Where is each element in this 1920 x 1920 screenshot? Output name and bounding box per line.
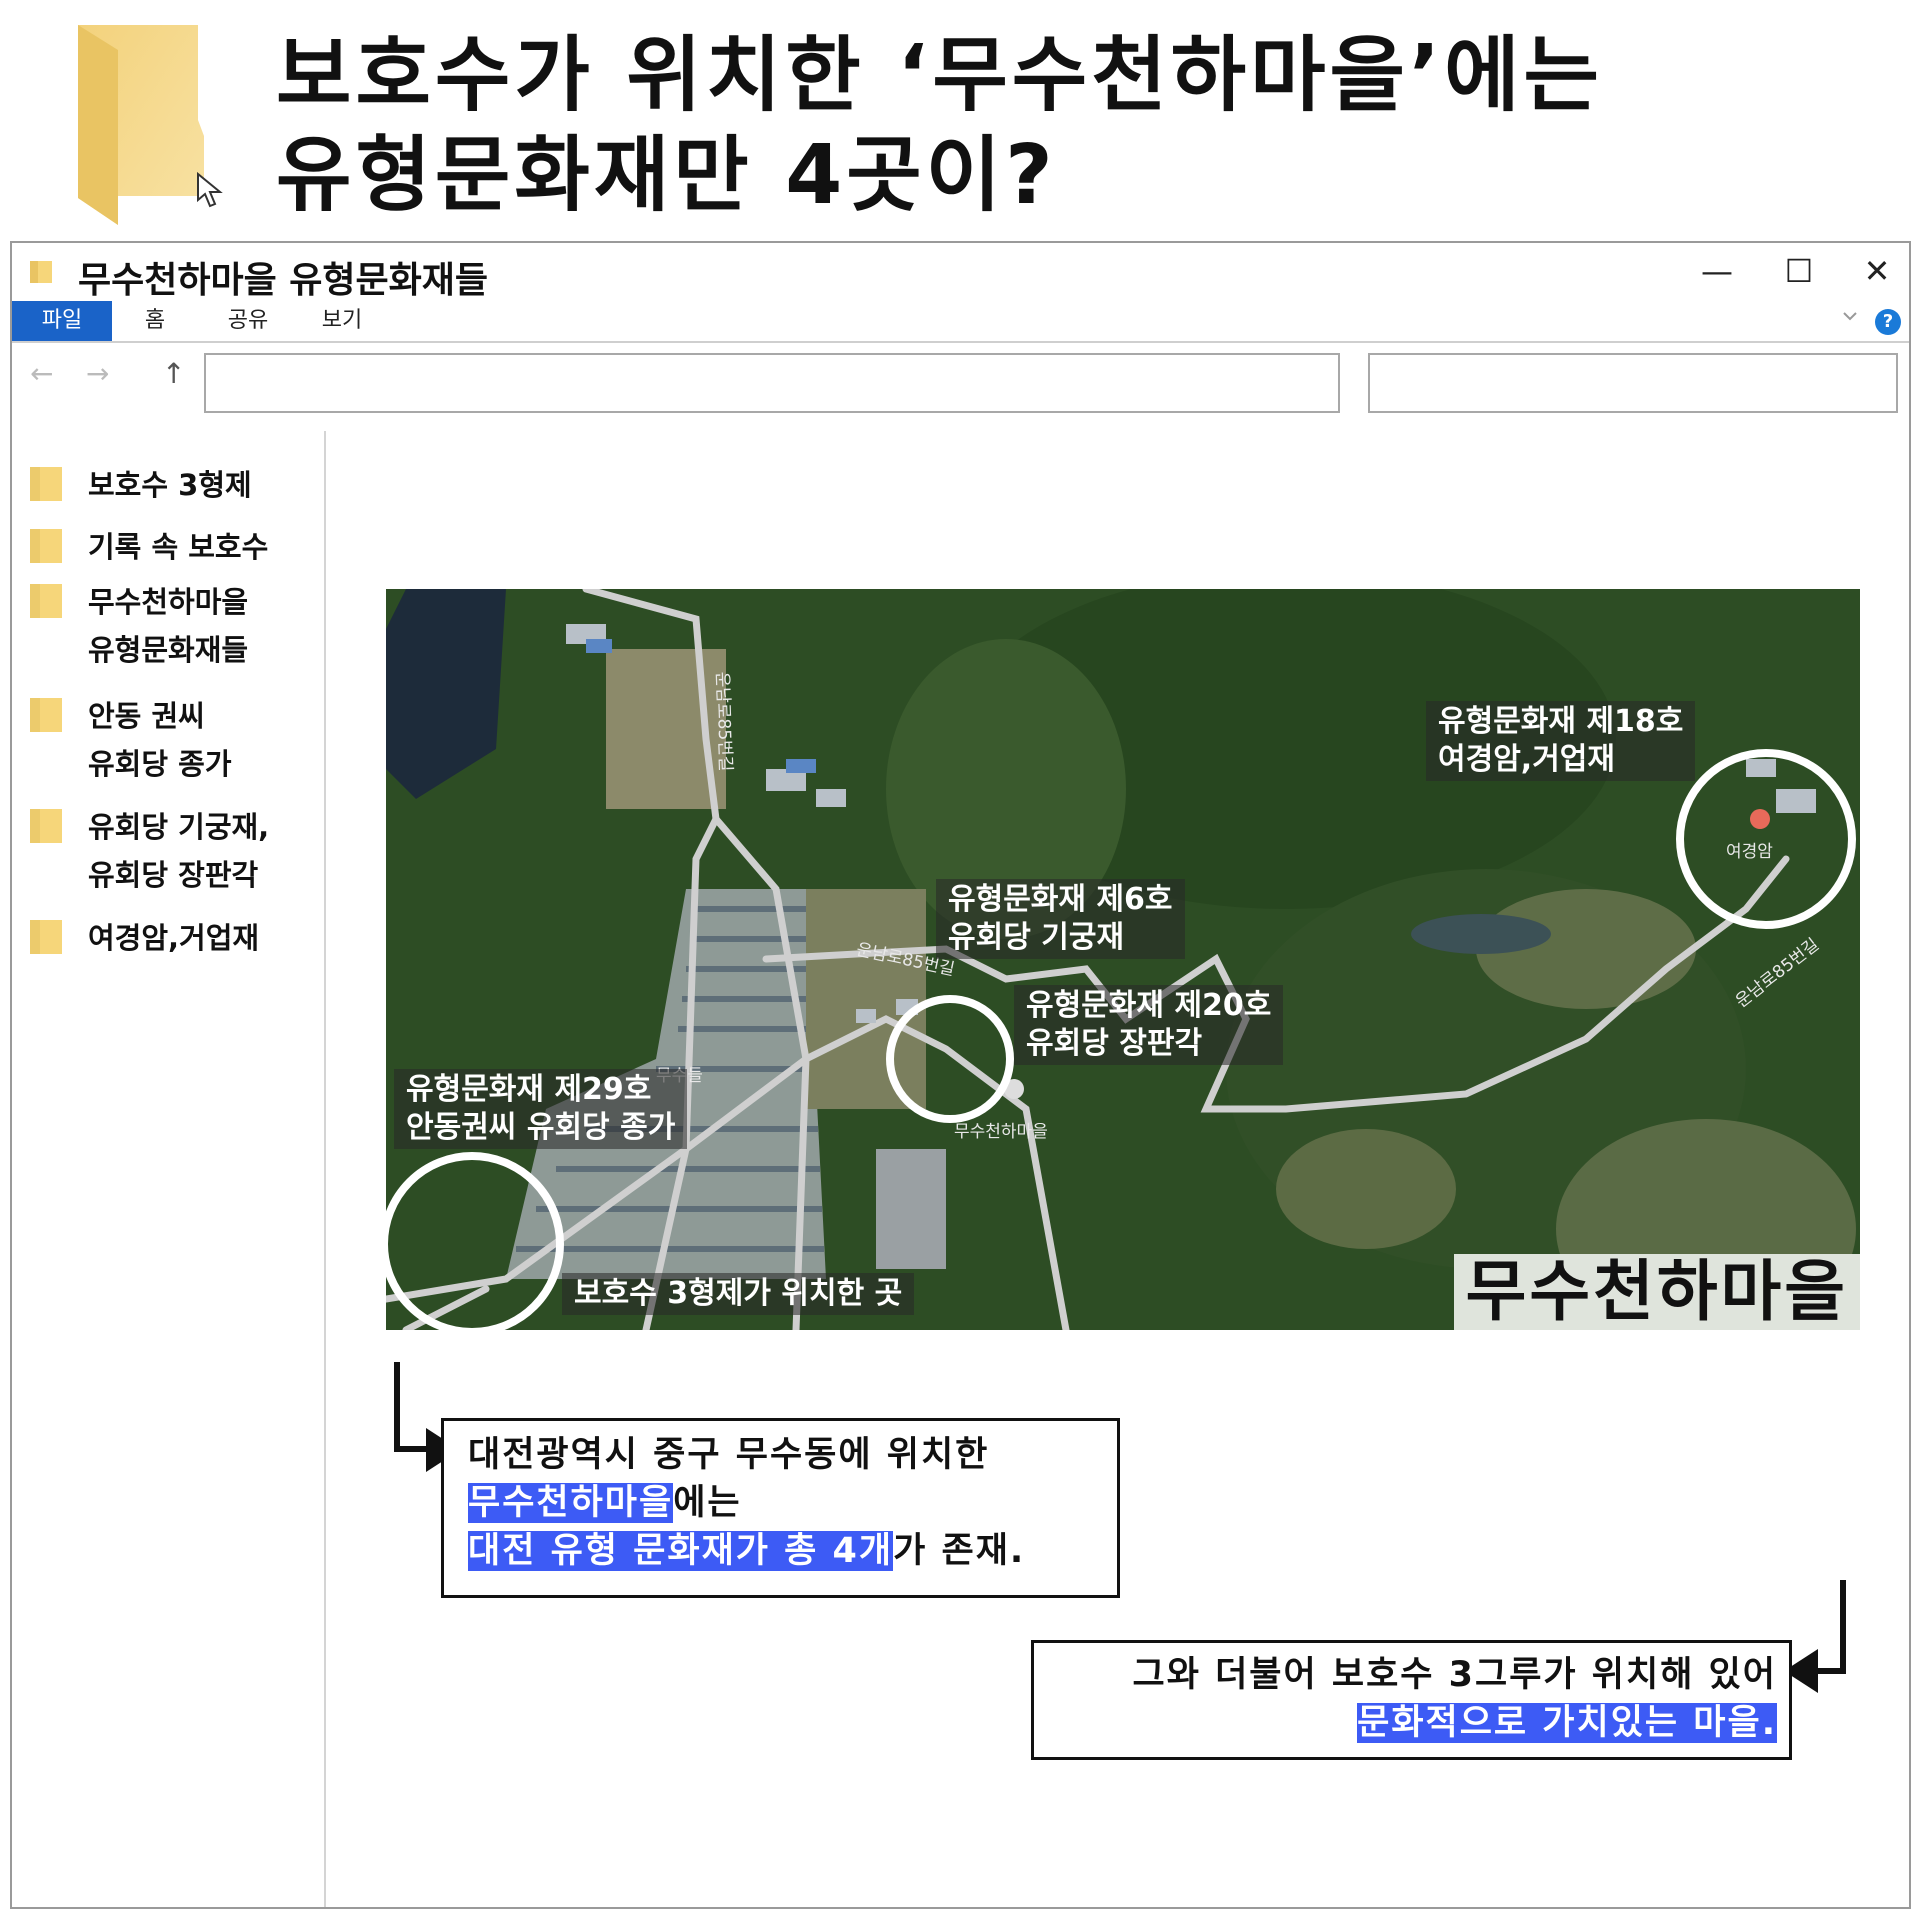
summary-callout: 그와 더불어 보호수 3그루가 위치해 있어 문화적으로 가치있는 마을. xyxy=(1031,1640,1792,1760)
up-button[interactable]: ↑ xyxy=(162,357,185,390)
heritage-label-29: 유형문화재 제29호 안동권씨 유회당 종가 xyxy=(394,1069,688,1149)
page-title-line-1: 보호수가 위치한 ‘무수천하마을’에는 xyxy=(276,28,1603,123)
village-name-banner: 무수천하마을 xyxy=(1453,1254,1860,1330)
callout-line-2: 문화적으로 가치있는 마을. xyxy=(1357,1703,1777,1743)
navigation-bar: ← → ↑ xyxy=(12,343,1909,413)
sidebar-item-label: 여경암,거업재 xyxy=(88,921,260,955)
folder-icon xyxy=(30,920,62,954)
page-title: 보호수가 위치한 ‘무수천하마을’에는 유형문화재만 4곳이? xyxy=(276,26,1603,226)
tab-file[interactable]: 파일 xyxy=(12,301,112,341)
tab-view[interactable]: 보기 xyxy=(302,301,382,341)
sidebar-item-label: 보호수 3형제 xyxy=(88,468,252,502)
temple-map-label: 여경암 xyxy=(1726,842,1773,862)
navigation-pane: 보호수 3형제 기록 속 보호수 무수천하마을 유형문화재들 안동 권씨 유회당 종… xyxy=(12,431,326,1907)
description-callout: 대전광역시 중구 무수동에 위치한 무수천하마을에는 대전 유형 문화재가 총 … xyxy=(441,1418,1120,1598)
sidebar-item-label: 무수천하마을 유형문화재들 xyxy=(88,585,249,667)
folder-icon xyxy=(30,261,52,283)
search-input[interactable] xyxy=(1368,353,1898,413)
page-title-line-2: 유형문화재만 4곳이? xyxy=(276,128,1057,223)
heritage-label-6: 유형문화재 제6호 유회당 기궁재 xyxy=(936,879,1185,959)
callout-line-1: 대전광역시 중구 무수동에 위치한 xyxy=(468,1435,990,1475)
tab-home[interactable]: 홈 xyxy=(120,301,190,341)
folder-icon xyxy=(30,584,62,618)
back-button[interactable]: ← xyxy=(30,357,53,390)
folder-icon xyxy=(30,809,62,843)
protected-trees-label: 보호수 3형제가 위치한 곳 xyxy=(562,1273,915,1315)
forward-button[interactable]: → xyxy=(86,357,109,390)
maximize-button[interactable]: ☐ xyxy=(1767,249,1831,293)
folder-icon xyxy=(30,529,62,563)
cursor-icon xyxy=(197,172,223,208)
sidebar-item-label: 유회당 기궁재, 유회당 장판각 xyxy=(88,810,270,892)
arrow-line xyxy=(1840,1580,1846,1674)
arrow-line xyxy=(394,1362,400,1452)
callout-line-2: 무수천하마을에는 xyxy=(468,1483,742,1523)
temple-marker-icon xyxy=(1750,809,1770,829)
sidebar-item-label: 기록 속 보호수 xyxy=(88,530,269,564)
heritage-label-20: 유형문화재 제20호 유회당 장판각 xyxy=(1014,985,1284,1065)
arrow-line xyxy=(394,1446,430,1452)
callout-line-3: 대전 유형 문화재가 총 4개가 존재. xyxy=(468,1531,1026,1571)
chevron-down-icon[interactable] xyxy=(1841,307,1859,325)
arrow-line xyxy=(1814,1668,1846,1674)
title-bar: 무수천하마을 유형문화재들 — ☐ ✕ xyxy=(12,243,1909,301)
heritage-label-18: 유형문화재 제18호 여경암,거업재 xyxy=(1426,701,1696,781)
road-label: 운남로85번길 xyxy=(711,671,736,772)
callout-line-1: 그와 더불어 보호수 3그루가 위치해 있어 xyxy=(1132,1655,1777,1695)
window-title: 무수천하마을 유형문화재들 xyxy=(78,260,488,301)
address-bar[interactable] xyxy=(204,353,1340,413)
village-map-label: 무수천하마을 xyxy=(954,1122,1048,1142)
folder-icon xyxy=(30,467,62,501)
help-icon[interactable]: ? xyxy=(1875,309,1901,335)
sidebar-item-label: 안동 권씨 유회당 종가 xyxy=(88,699,232,781)
tab-share[interactable]: 공유 xyxy=(208,301,288,341)
close-button[interactable]: ✕ xyxy=(1845,249,1909,293)
satellite-map: 여경암 무수천하마을 운남로85번길 운남로85번길 운남로85번길 무수들 유… xyxy=(386,589,1860,1330)
minimize-button[interactable]: — xyxy=(1685,249,1749,293)
ribbon: 파일 홈 공유 보기 ? xyxy=(12,301,1909,343)
folder-icon xyxy=(30,698,62,732)
